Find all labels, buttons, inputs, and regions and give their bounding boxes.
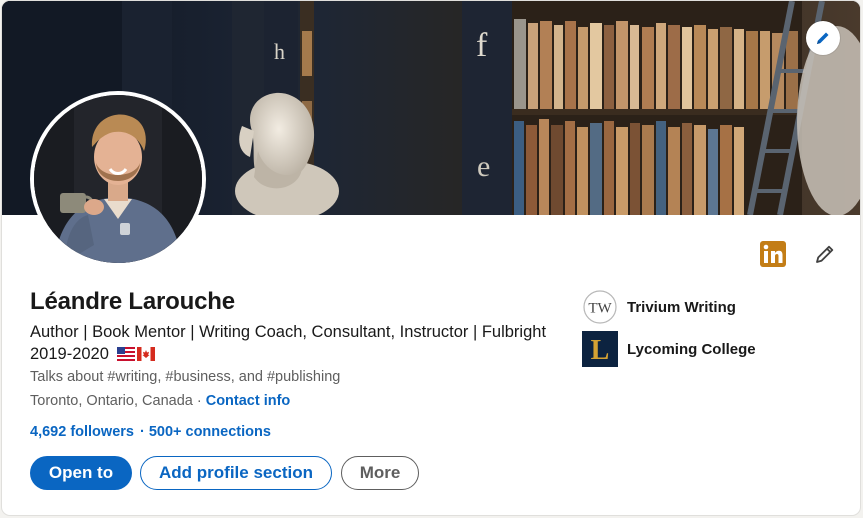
followers-link[interactable]: 4,692 followers [30,424,134,440]
linkedin-icon[interactable] [760,241,786,267]
tw-monogram-icon: TW [582,289,618,325]
organization-name: Lycoming College [627,340,756,358]
location-separator: · [192,393,206,409]
location-line: Toronto, Ontario, Canada · Contact info [30,393,290,409]
open-to-button[interactable]: Open to [30,456,132,490]
svg-text:h: h [274,39,285,64]
organization-name: Trivium Writing [627,298,736,316]
more-button[interactable]: More [341,456,419,490]
edit-banner-button[interactable] [806,21,840,55]
profile-card: h g f e [1,0,861,516]
add-profile-section-button[interactable]: Add profile section [140,456,332,490]
stats-separator: · [139,424,145,440]
us-canada-flags-icon [116,345,155,367]
profile-avatar[interactable] [30,91,206,267]
organization-lycoming-college[interactable]: L Lycoming College [582,331,756,367]
lycoming-l-icon: L [582,331,618,367]
contact-info-link[interactable]: Contact info [206,393,291,409]
avatar-photo [34,95,202,263]
location: Toronto, Ontario, Canada [30,393,193,409]
profile-stats: 4,692 followers · 500+ connections [30,424,271,440]
edit-intro-button[interactable] [810,239,840,269]
headline-text: Author | Book Mentor | Writing Coach, Co… [30,323,547,363]
profile-headline: Author | Book Mentor | Writing Coach, Co… [30,321,550,367]
connections-link[interactable]: 500+ connections [149,424,271,440]
svg-text:e: e [477,150,490,183]
svg-text:f: f [476,27,488,64]
pencil-icon [817,32,829,44]
talks-about: Talks about #writing, #business, and #pu… [30,369,341,385]
organization-trivium-writing[interactable]: TW Trivium Writing [582,289,736,325]
tw-logo-text: TW [588,301,612,317]
profile-name: Léandre Larouche [30,288,235,315]
pencil-icon [816,245,834,263]
lycoming-logo-text: L [591,335,610,366]
